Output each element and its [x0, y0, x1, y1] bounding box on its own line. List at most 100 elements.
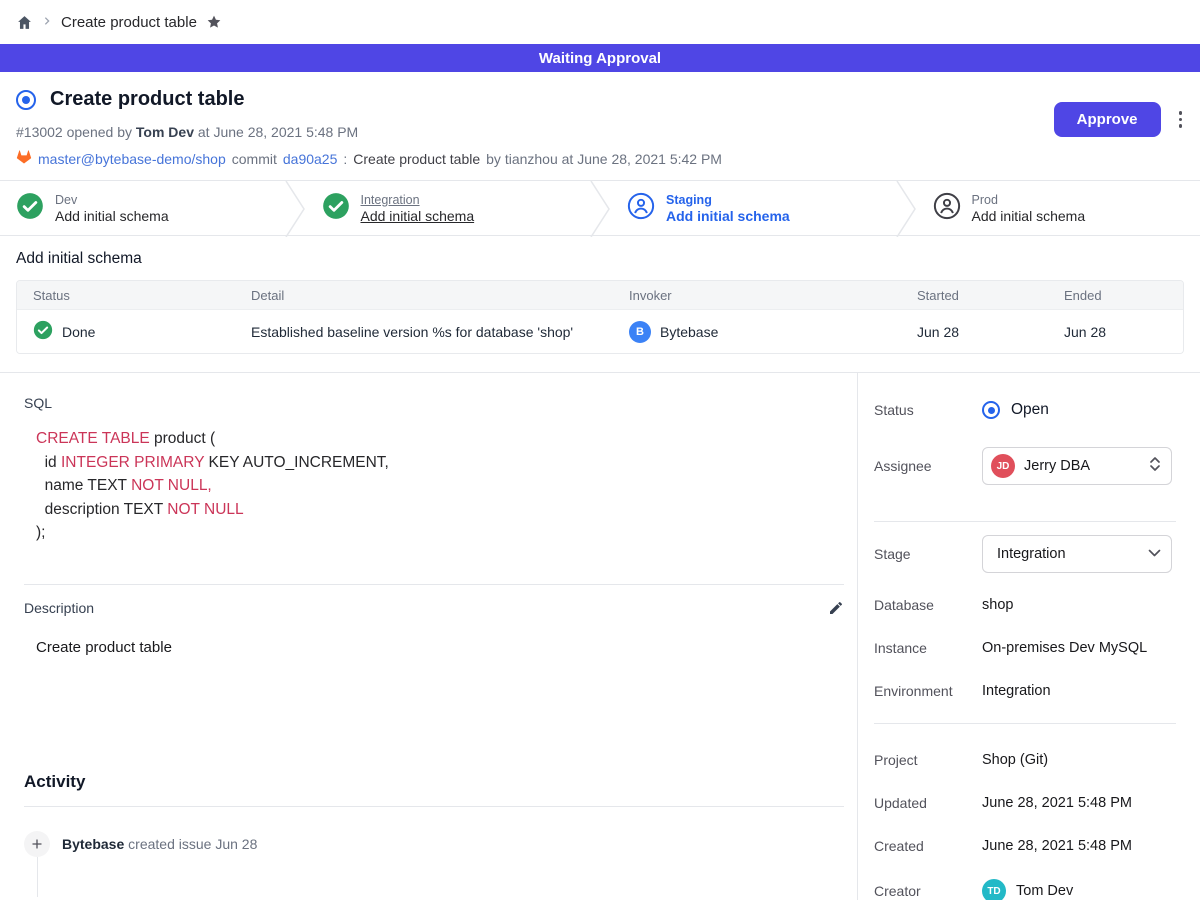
- pipeline-stage-staging[interactable]: Staging Add initial schema: [611, 181, 895, 235]
- stage-separator: [895, 181, 917, 237]
- environment-label: Environment: [874, 683, 982, 699]
- column-ended: Ended: [1048, 288, 1183, 303]
- sql-text: KEY AUTO_INCREMENT,: [204, 454, 389, 471]
- pipeline: Dev Add initial schema Integration Add i…: [0, 180, 1200, 236]
- commit-sha-link[interactable]: da90a25: [283, 151, 338, 167]
- instance-label: Instance: [874, 640, 982, 656]
- sql-text: description TEXT: [36, 501, 167, 518]
- plus-icon: [24, 831, 50, 857]
- sql-keyword: INTEGER PRIMARY: [61, 454, 204, 471]
- divider: [24, 584, 844, 585]
- task-detail: Established baseline version %s for data…: [251, 324, 573, 340]
- breadcrumb-page-title[interactable]: Create product table: [61, 14, 197, 31]
- check-circle-icon: [16, 192, 44, 225]
- activity-actor: Bytebase: [62, 836, 124, 852]
- sql-keyword: NOT NULL: [167, 501, 243, 518]
- task-started: Jun 28: [917, 324, 959, 340]
- updown-chevron-icon: [1149, 456, 1161, 476]
- creator-value: Tom Dev: [1016, 883, 1073, 899]
- instance-value: On-premises Dev MySQL: [982, 640, 1147, 656]
- sql-keyword: CREATE TABLE: [36, 430, 150, 447]
- commit-line: master@bytebase-demo/shop commit da90a25…: [16, 149, 1184, 168]
- pending-approval-icon: [627, 192, 655, 225]
- assignee-select[interactable]: JD Jerry DBA: [982, 447, 1172, 485]
- activity-title: Activity: [24, 772, 844, 792]
- stage-separator: [284, 181, 306, 237]
- task-status: Done: [62, 324, 95, 340]
- home-icon[interactable]: [16, 14, 33, 31]
- divider: [874, 521, 1176, 522]
- commit-message: Create product table: [353, 151, 480, 167]
- done-check-icon: [33, 320, 53, 343]
- environment-value: Integration: [982, 683, 1051, 699]
- table-row[interactable]: Done Established baseline version %s for…: [17, 309, 1183, 353]
- gitlab-icon: [16, 149, 32, 168]
- database-value: shop: [982, 597, 1013, 613]
- issue-header: Create product table #13002 opened by To…: [0, 72, 1200, 180]
- invoker-avatar: B: [629, 321, 651, 343]
- issue-sidebar: Status Open Assignee JD Jerry DBA Stage …: [857, 373, 1200, 900]
- sql-text: id: [36, 454, 61, 471]
- sql-code-block: CREATE TABLE product ( id INTEGER PRIMAR…: [36, 427, 844, 545]
- edit-pencil-icon[interactable]: [828, 600, 844, 616]
- issue-meta-prefix: #13002 opened by: [16, 124, 132, 140]
- stage-env-label: Staging: [666, 193, 790, 207]
- status-banner: Waiting Approval: [0, 44, 1200, 72]
- created-label: Created: [874, 838, 982, 854]
- issue-meta: #13002 opened by Tom Dev at June 28, 202…: [16, 124, 1184, 140]
- assignee-label: Assignee: [874, 458, 982, 474]
- approve-button[interactable]: Approve: [1054, 102, 1161, 137]
- updated-value: June 28, 2021 5:48 PM: [982, 795, 1132, 811]
- divider: [874, 723, 1176, 724]
- check-circle-icon: [322, 192, 350, 225]
- stage-env-label: Integration: [361, 193, 475, 207]
- status-banner-label: Waiting Approval: [539, 50, 661, 67]
- breadcrumb: Create product table: [0, 0, 1200, 44]
- stage-task-label: Add initial schema: [972, 208, 1086, 224]
- updated-label: Updated: [874, 795, 982, 811]
- stage-value: Integration: [991, 546, 1066, 562]
- issue-meta-suffix: at June 28, 2021 5:48 PM: [198, 124, 358, 140]
- status-label: Status: [874, 402, 982, 418]
- chevron-down-icon: [1148, 546, 1161, 562]
- sql-section-label: SQL: [24, 395, 844, 411]
- divider: [24, 806, 844, 807]
- task-invoker: Bytebase: [660, 324, 718, 340]
- description-label: Description: [24, 600, 94, 616]
- stage-separator: [589, 181, 611, 237]
- timeline-line: [37, 857, 38, 897]
- open-status-icon: [982, 401, 1000, 419]
- project-label: Project: [874, 752, 982, 768]
- pipeline-stage-prod[interactable]: Prod Add initial schema: [917, 181, 1200, 235]
- stage-label: Stage: [874, 546, 982, 562]
- task-section-title: Add initial schema: [16, 250, 1184, 268]
- sql-text: name TEXT: [36, 477, 131, 494]
- task-section: Add initial schema Status Detail Invoker…: [0, 236, 1200, 372]
- creator-avatar: TD: [982, 879, 1006, 900]
- stage-task-label: Add initial schema: [55, 208, 169, 224]
- column-detail: Detail: [235, 288, 613, 303]
- pipeline-stage-dev[interactable]: Dev Add initial schema: [0, 181, 284, 235]
- pending-approval-icon: [933, 192, 961, 225]
- stage-env-label: Dev: [55, 193, 169, 207]
- more-menu-icon[interactable]: [1177, 107, 1185, 132]
- colon: :: [343, 151, 347, 167]
- repo-link[interactable]: master@bytebase-demo/shop: [38, 151, 226, 167]
- assignee-value: Jerry DBA: [1024, 458, 1090, 474]
- description-content: Create product table: [36, 639, 844, 656]
- creator-label: Creator: [874, 883, 982, 899]
- chevron-right-icon: [42, 13, 52, 31]
- sql-text: );: [36, 524, 45, 541]
- column-started: Started: [901, 288, 1048, 303]
- project-value[interactable]: Shop (Git): [982, 752, 1048, 768]
- page-title: Create product table: [50, 88, 244, 111]
- column-invoker: Invoker: [613, 288, 901, 303]
- stage-task-label: Add initial schema: [361, 208, 475, 224]
- stage-select[interactable]: Integration: [982, 535, 1172, 573]
- sql-keyword: NOT NULL,: [131, 477, 212, 494]
- pipeline-stage-integration[interactable]: Integration Add initial schema: [306, 181, 590, 235]
- task-ended: Jun 28: [1064, 324, 1106, 340]
- task-table-header: Status Detail Invoker Started Ended: [17, 281, 1183, 309]
- star-icon[interactable]: [206, 14, 222, 30]
- task-table: Status Detail Invoker Started Ended Done…: [16, 280, 1184, 354]
